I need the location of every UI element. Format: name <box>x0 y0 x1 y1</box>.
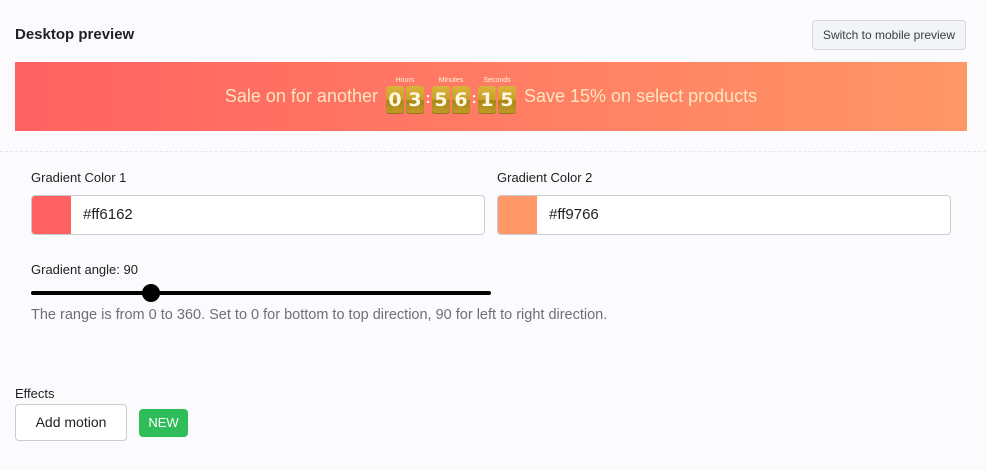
timer-separator: : <box>471 90 477 107</box>
gradient-color-2-label: Gradient Color 2 <box>497 170 593 185</box>
gradient-color-2-value[interactable]: #ff9766 <box>549 196 599 234</box>
countdown-timer: Hours 0 3 : Minutes 5 6 : Seconds 1 5 <box>385 75 516 114</box>
new-badge: NEW <box>139 409 188 437</box>
gradient-angle-slider-thumb[interactable] <box>141 284 160 302</box>
timer-minutes: Minutes 5 6 <box>431 75 470 114</box>
hours-digit-1: 0 <box>385 86 404 114</box>
hours-digit-2: 3 <box>405 86 424 114</box>
seconds-digit-2: 5 <box>497 86 516 114</box>
gradient-angle-slider[interactable] <box>31 291 491 295</box>
seconds-digit-1: 1 <box>477 86 496 114</box>
switch-to-mobile-button[interactable]: Switch to mobile preview <box>812 20 966 50</box>
gradient-color-1-label: Gradient Color 1 <box>31 170 127 185</box>
effects-label: Effects <box>15 386 55 401</box>
banner-text-after: Save 15% on select products <box>523 86 758 106</box>
minutes-digit-1: 5 <box>431 86 450 114</box>
gradient-angle-help: The range is from 0 to 360. Set to 0 for… <box>31 307 608 323</box>
gradient-color-1-swatch[interactable] <box>32 196 71 234</box>
timer-separator: : <box>425 90 431 107</box>
gradient-color-1-field[interactable]: #ff6162 <box>31 195 485 235</box>
section-divider <box>0 151 986 152</box>
minutes-digit-2: 6 <box>451 86 470 114</box>
gradient-color-2-swatch[interactable] <box>498 196 537 234</box>
banner-content: Sale on for another Hours 0 3 : Minutes … <box>15 62 967 131</box>
add-motion-button[interactable]: Add motion <box>15 404 127 441</box>
countdown-banner: Sale on for another Hours 0 3 : Minutes … <box>15 62 967 131</box>
gradient-color-1-value[interactable]: #ff6162 <box>83 196 133 234</box>
seconds-label: Seconds <box>483 77 511 84</box>
timer-seconds: Seconds 1 5 <box>477 75 516 114</box>
minutes-label: Minutes <box>438 77 464 84</box>
preview-header: Desktop preview Switch to mobile preview <box>0 0 986 62</box>
page-title: Desktop preview <box>15 26 135 43</box>
hours-label: Hours <box>395 77 415 84</box>
gradient-angle-label: Gradient angle: 90 <box>31 262 138 277</box>
banner-text-before: Sale on for another <box>224 86 378 106</box>
gradient-color-2-field[interactable]: #ff9766 <box>497 195 951 235</box>
timer-hours: Hours 0 3 <box>385 75 424 114</box>
